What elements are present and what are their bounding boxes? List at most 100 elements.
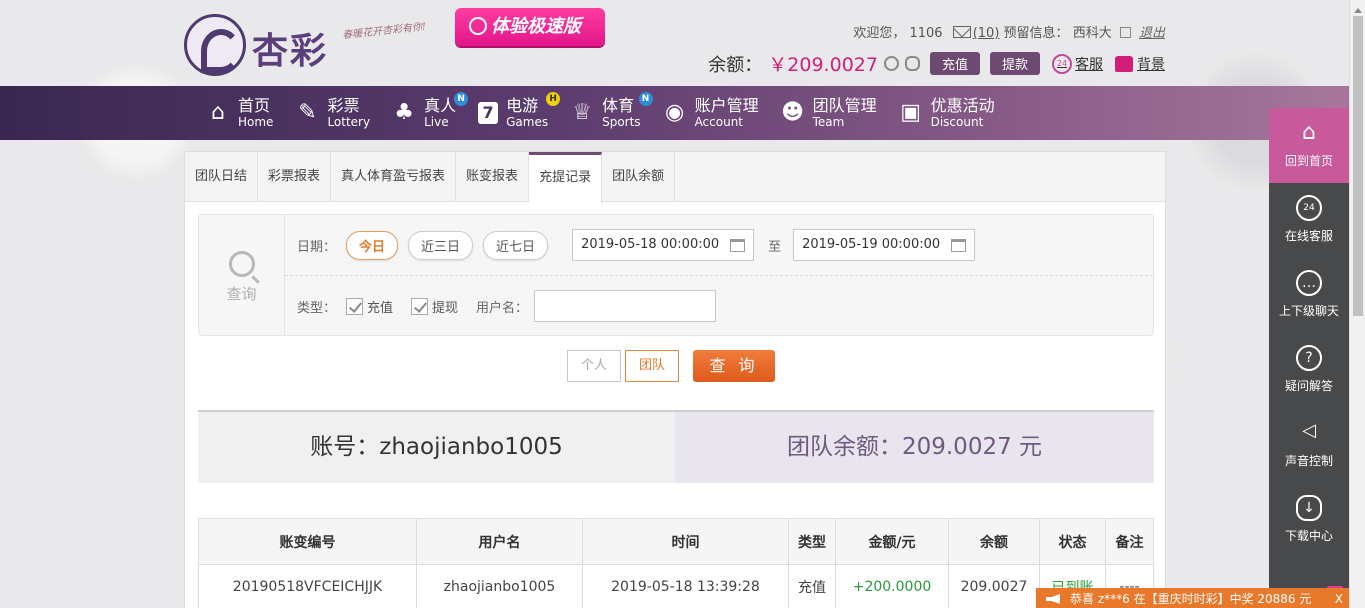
nav-games[interactable]: 7 电游 Games H [472,86,564,140]
promo-label: 体验极速版 [491,16,581,37]
type-withdraw-checkbox[interactable]: 提现 [411,297,458,316]
col-username: 用户名 [416,518,583,565]
shirt-icon [1115,55,1133,72]
table-row: 20190518VFCEICHJJK zhaojianbo1005 2019-0… [198,564,1154,608]
query-submit-button[interactable]: 查 询 [693,350,775,382]
logo-mark [184,14,246,76]
sidebar-online-service[interactable]: 24 在线客服 [1269,183,1349,258]
report-panel: 团队日结 彩票报表 真人体育盈亏报表 账变报表 充提记录 团队余额 查询 日期：… [184,151,1166,608]
records-table: 账变编号 用户名 时间 类型 金额/元 余额 状态 备注 20190518VFC… [198,518,1154,608]
logout-link[interactable]: 退出 [1139,26,1165,41]
nav-live-zh: 真人 [424,96,457,115]
col-amount: 金额/元 [835,518,949,565]
nav-discount[interactable]: ▣ 优惠活动 Discount [893,86,1011,140]
nav-home-en: Home [238,115,274,129]
megaphone-icon [1046,594,1060,604]
calendar-icon[interactable] [951,238,967,252]
nav-team[interactable]: ☻ 团队管理 Team [775,86,893,140]
account-summary: 账号：zhaojianbo1005 团队余额：209.0027 元 [198,410,1154,483]
cell-type: 充值 [788,564,836,608]
nav-games-en: Games [506,115,549,129]
type-deposit-checkbox[interactable]: 充值 [346,297,393,316]
nav-sports[interactable]: ♕ 体育 Sports N [564,86,656,140]
tab-transaction-report[interactable]: 账变报表 [456,152,530,201]
tab-team-balance[interactable]: 团队余额 [602,152,676,201]
tab-deposit-withdraw[interactable]: 充提记录 [529,152,603,203]
gift-icon: ▣ [900,100,921,125]
hide-eye-icon[interactable] [904,56,920,71]
tab-lottery-report[interactable]: 彩票报表 [258,152,332,201]
close-icon[interactable]: X [1335,588,1343,608]
type-withdraw-label: 提现 [432,300,459,316]
account-name: 账号：zhaojianbo1005 [198,412,675,483]
nav-lottery[interactable]: ✎ 彩票 Lottery [289,86,386,140]
trophy-icon: ♕ [572,100,592,125]
cell-amount: +200.0000 [835,564,949,608]
nav-account-zh: 账户管理 [694,96,759,115]
personal-button[interactable]: 个人 [567,350,621,382]
scroll-up-icon[interactable] [1354,4,1362,13]
sidebar-download[interactable]: ↓ 下载中心 [1269,483,1349,558]
sidebar-sound[interactable]: ◁ 声音控制 [1269,408,1349,483]
nav-home[interactable]: ⌂ 首页 Home [200,86,289,140]
background-link[interactable]: 背景 [1115,54,1165,74]
mail-icon[interactable] [952,26,971,38]
report-tabs: 团队日结 彩票报表 真人体育盈亏报表 账变报表 充提记录 团队余额 [185,152,1165,203]
team-balance: 团队余额：209.0027 元 [675,412,1154,483]
withdraw-button[interactable]: 提款 [989,52,1040,75]
username-input[interactable] [534,290,717,322]
team-button[interactable]: 团队 [625,350,679,382]
start-date-input[interactable]: 2019-05-18 00:00:00 [572,229,755,261]
calendar-icon[interactable] [730,238,746,252]
end-date-input[interactable]: 2019-05-19 00:00:00 [793,229,976,261]
query-label: 查询 [226,285,257,303]
account-icon: ◉ [664,100,685,125]
reserved-value: 西科大 [1072,26,1112,41]
nav-games-zh: 电游 [506,96,539,115]
sidebar-label: 声音控制 [1284,454,1333,468]
nav-sports-en: Sports [602,115,641,129]
slogan: 春暖花开杏彩有你! [341,21,427,42]
promo-banner[interactable]: 体验极速版 [455,8,605,46]
service-label: 客服 [1075,56,1103,73]
sidebar-faq[interactable]: ? 疑问解答 [1269,333,1349,408]
nav-home-zh: 首页 [238,96,271,115]
sidebar-back-home[interactable]: ⌂ 回到首页 [1269,108,1349,183]
speaker-icon: ◁ [1302,420,1316,441]
sidebar-label: 上下级聊天 [1278,304,1339,318]
balance-bar: 余额： ￥209.0027 充值 提款 24 客服 背景 [708,50,1165,77]
site-logo[interactable]: 杏彩 [184,14,334,78]
refresh-icon[interactable] [883,56,899,71]
checkbox-icon [411,297,429,315]
nav-discount-zh: 优惠活动 [930,96,995,115]
divider [285,275,1153,276]
type-row: 类型： 充值 提现 用户名： [297,290,717,322]
query-buttons: 个人 团队 查 询 [567,350,775,382]
right-sidebar: ⌂回到首页 24在线客服 …上下级聊天 ?疑问解答 ◁声音控制 ↓下载中心 新 [1269,108,1349,608]
scroll-thumb[interactable] [1353,16,1363,316]
tab-team-daily[interactable]: 团队日结 [185,152,259,201]
tab-live-sports-report[interactable]: 真人体育盈亏报表 [331,152,457,201]
range-7days[interactable]: 近七日 [483,230,549,260]
ticket-icon: ✎ [298,100,317,125]
nav-account[interactable]: ◉ 账户管理 Account [657,86,775,140]
col-remark: 备注 [1105,518,1154,565]
customer-service-link[interactable]: 24 客服 [1052,53,1103,74]
nav-team-zh: 团队管理 [812,96,877,115]
sidebar-chat[interactable]: … 上下级聊天 [1269,258,1349,333]
search-icon [228,251,255,277]
range-today[interactable]: 今日 [346,230,399,260]
edit-icon[interactable] [1119,27,1131,38]
seven-icon: 7 [478,102,499,124]
background-label: 背景 [1137,56,1165,73]
nav-live[interactable]: ♣ 真人 Live N [386,86,472,140]
sidebar-label: 在线客服 [1284,229,1333,243]
to-label: 至 [768,239,782,255]
vertical-scrollbar[interactable] [1349,0,1365,608]
deposit-button[interactable]: 充值 [929,52,980,75]
user-id: 1106 [909,26,943,41]
mail-count[interactable]: (10) [973,26,1000,41]
notice-text: 恭喜 z***6 在【重庆时时彩】中奖 20886 元 [1070,592,1312,606]
range-3days[interactable]: 近三日 [408,230,474,260]
logo-text: 杏彩 [252,30,329,72]
